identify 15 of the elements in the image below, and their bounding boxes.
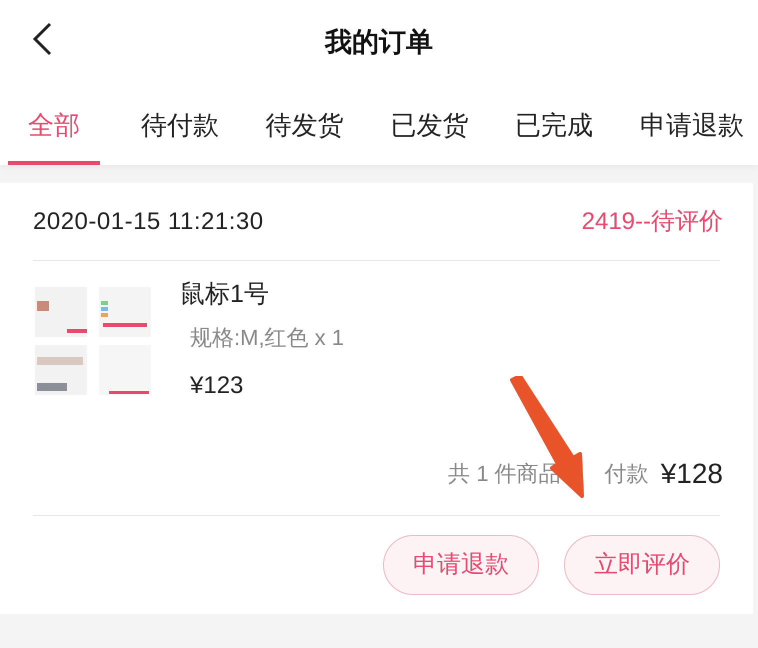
order-tab[interactable]: 已完成	[509, 85, 600, 165]
order-status: 2419--待评价	[582, 206, 723, 236]
back-icon[interactable]	[32, 22, 52, 56]
product-name: 鼠标1号	[180, 279, 270, 309]
order-tab[interactable]: 待付款	[134, 85, 225, 165]
page-title: 我的订单	[325, 26, 433, 60]
order-time: 2020-01-15 11:21:30	[33, 206, 264, 236]
order-tab[interactable]: 待发货	[260, 85, 350, 165]
product-spec: 规格:M,红色 x 1	[190, 324, 344, 352]
order-tab[interactable]: 全部	[8, 85, 100, 165]
product-price: ¥123	[190, 371, 244, 401]
paid-label: 付款	[604, 460, 649, 488]
order-tab[interactable]: 已发货	[384, 85, 474, 165]
order-total: ¥128	[660, 456, 723, 490]
order-tab[interactable]: 申请退款	[634, 85, 750, 165]
